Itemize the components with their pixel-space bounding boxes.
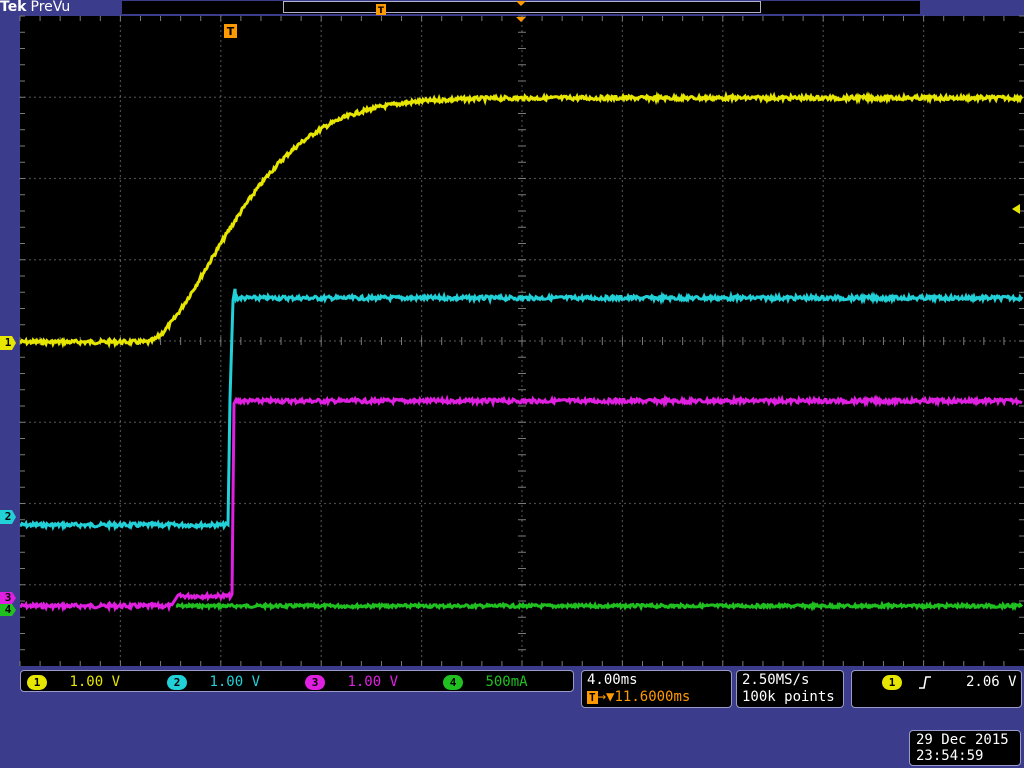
graticule bbox=[19, 15, 1024, 666]
ch3-chip-icon: 3 bbox=[305, 674, 325, 690]
sample-rate: 2.50MS/s bbox=[742, 672, 810, 688]
ch3-readout[interactable]: 3 1.00 V bbox=[305, 673, 398, 691]
datetime-box: 29 Dec 2015 23:54:59 bbox=[909, 730, 1021, 766]
ch4-chip-icon: 4 bbox=[443, 674, 463, 690]
trigger-delay-icon: T bbox=[587, 691, 598, 704]
trigger-position-icon bbox=[516, 17, 526, 22]
time-label: 23:54:59 bbox=[916, 748, 984, 764]
ch4-marker-label: 4 bbox=[4, 603, 12, 616]
channel-readout-box[interactable]: 1 1.00 V 2 1.00 V 3 1.00 V 4 500mA bbox=[20, 670, 574, 692]
ch1-chip-icon: 1 bbox=[27, 674, 47, 690]
ch2-readout[interactable]: 2 1.00 V bbox=[167, 673, 260, 691]
ch3-marker-label: 3 bbox=[4, 591, 12, 604]
date-label: 29 Dec 2015 bbox=[916, 732, 1009, 748]
rising-edge-icon bbox=[919, 676, 931, 689]
waveform-svg: T bbox=[19, 15, 1024, 666]
ch2-scale: 1.00 V bbox=[209, 674, 261, 690]
ch1-trace bbox=[19, 90, 1024, 349]
acquisition-readout-box[interactable]: 2.50MS/s 100k points bbox=[736, 670, 844, 708]
record-length: 100k points bbox=[742, 689, 835, 705]
ch3-scale: 1.00 V bbox=[347, 674, 399, 690]
ch1-readout[interactable]: 1 1.00 V bbox=[27, 673, 120, 691]
ch1-scale: 1.00 V bbox=[69, 674, 121, 690]
ch2-marker-label: 2 bbox=[4, 510, 12, 523]
trigger-level: 2.06 V bbox=[966, 674, 1017, 690]
timebase-scale: 4.00ms bbox=[587, 672, 638, 688]
trigger-level-icon bbox=[1012, 204, 1020, 214]
ch1-marker-label: 1 bbox=[4, 336, 12, 349]
trigger-source-chip-icon: 1 bbox=[882, 675, 902, 690]
trigger-readout-box[interactable]: 1 2.06 V bbox=[851, 670, 1022, 708]
timebase-readout-box[interactable]: 4.00ms T →▼11.6000ms bbox=[581, 670, 732, 708]
ch4-trace bbox=[175, 600, 1024, 612]
ch4-readout[interactable]: 4 500mA bbox=[443, 673, 528, 691]
trigger-delay-value: →▼11.6000ms bbox=[597, 689, 691, 705]
trigger-time-marker-label: T bbox=[227, 25, 235, 38]
ch2-chip-icon: 2 bbox=[167, 674, 187, 690]
ch4-scale: 500mA bbox=[485, 674, 528, 690]
trigger-delay-readout: T →▼11.6000ms bbox=[587, 689, 726, 706]
